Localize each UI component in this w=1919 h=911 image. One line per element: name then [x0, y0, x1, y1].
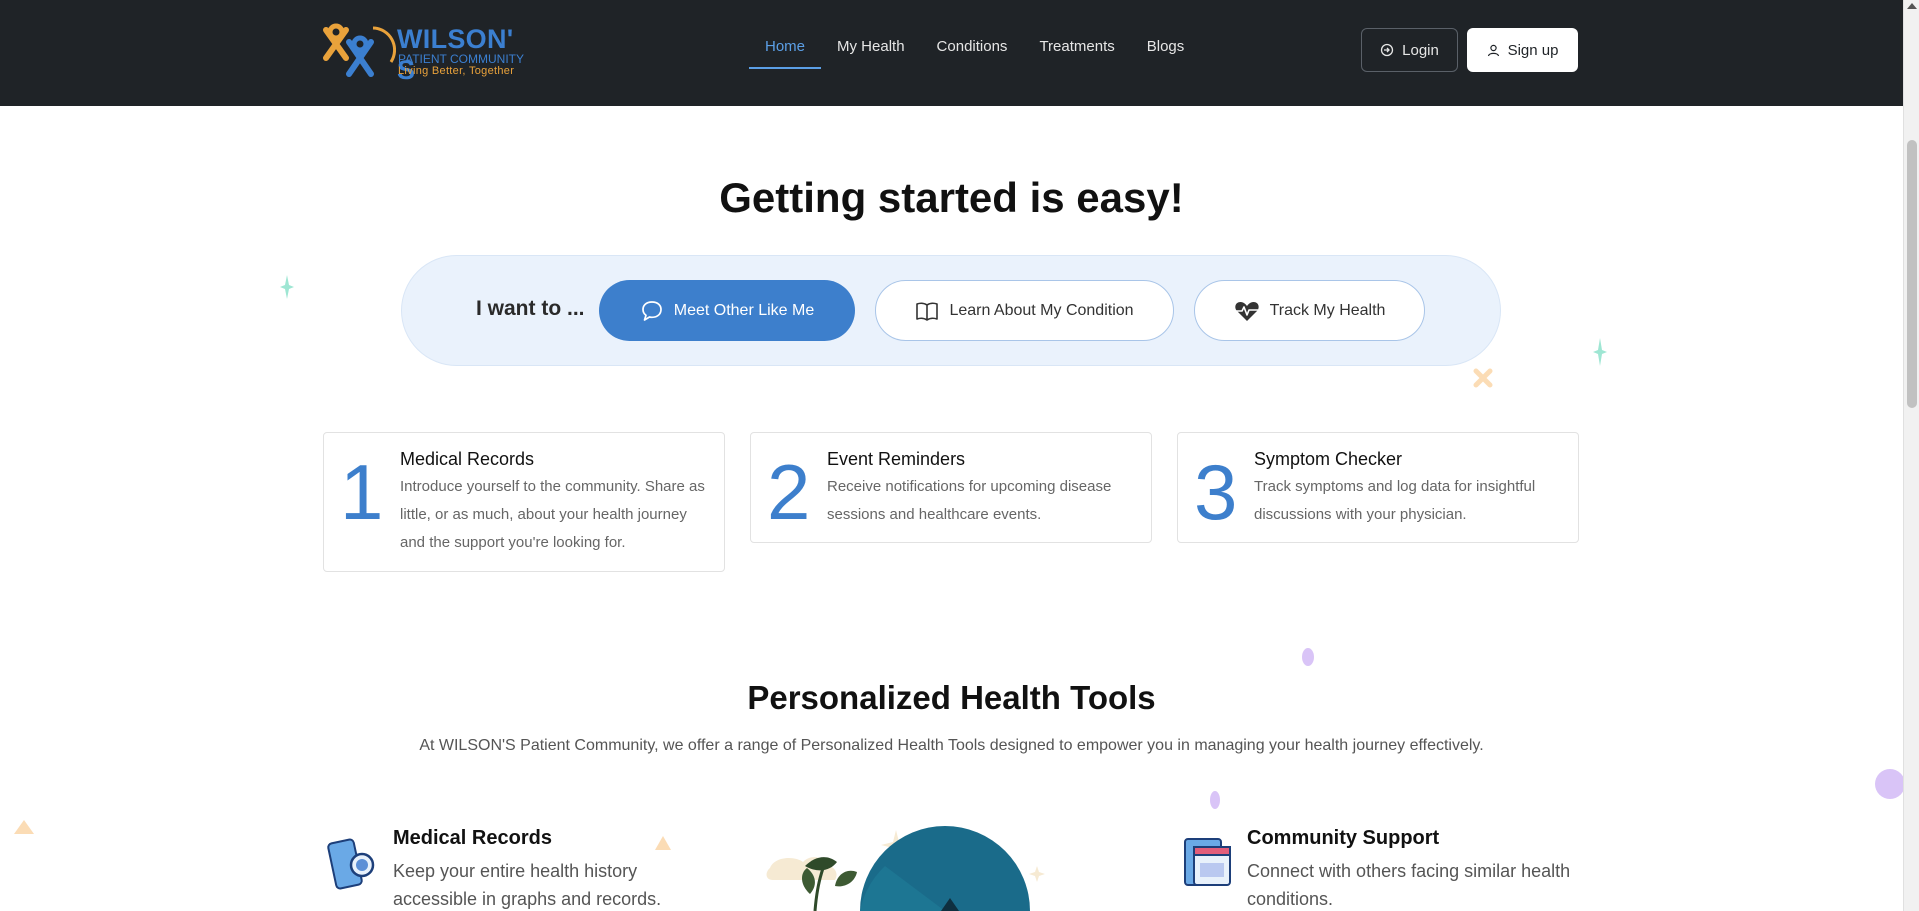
main-nav: Home My Health Conditions Treatments Blo… [749, 38, 1200, 69]
scroll-up-arrow-icon[interactable] [1907, 3, 1917, 9]
hero-title: Getting started is easy! [719, 174, 1184, 221]
step-title: Medical Records [400, 449, 535, 469]
sparkle-decoration-icon [280, 275, 294, 299]
meet-others-label: Meet Other Like Me [673, 301, 815, 319]
nav-home[interactable]: Home [749, 38, 822, 69]
login-icon [1380, 43, 1394, 57]
user-icon [1487, 44, 1499, 56]
learn-condition-label: Learn About My Condition [949, 301, 1134, 319]
step-card: 3 Symptom Checker Track symptoms and log… [1177, 432, 1579, 543]
step-number: 3 [1194, 448, 1238, 536]
site-logo[interactable]: WILSON' S PATIENT COMMUNITY Living Bette… [321, 20, 526, 85]
step-description: Receive notifications for upcoming disea… [827, 478, 1112, 523]
step-description: Track symptoms and log data for insightf… [1254, 478, 1536, 523]
chat-bubbles-icon [641, 300, 662, 321]
page-scrollbar[interactable] [1903, 0, 1919, 911]
tools-section-subtitle: At WILSON'S Patient Community, we offer … [419, 737, 1484, 754]
tool-description: Keep your entire health history accessib… [393, 861, 662, 909]
calendar-card-icon [1184, 838, 1231, 886]
intent-prompt: I want to ... [476, 297, 585, 320]
logo-mark-icon [323, 23, 396, 77]
tool-title: Community Support [1247, 827, 1440, 849]
heart-pulse-icon [1234, 301, 1259, 321]
learn-condition-button[interactable]: Learn About My Condition [875, 280, 1174, 341]
step-card: 1 Medical Records Introduce yourself to … [323, 432, 725, 572]
logo-subtitle: PATIENT COMMUNITY [398, 52, 524, 66]
signup-button[interactable]: Sign up [1467, 28, 1578, 72]
logo-tagline: Living Better, Together [398, 65, 515, 77]
track-health-label: Track My Health [1269, 301, 1386, 319]
triangle-decoration-icon [14, 820, 34, 834]
step-title: Symptom Checker [1254, 449, 1403, 469]
nav-treatments[interactable]: Treatments [1023, 38, 1130, 69]
triangle-decoration-icon [655, 836, 671, 850]
dot-decoration-icon [1302, 648, 1314, 666]
tool-description: Connect with others facing similar healt… [1247, 861, 1571, 909]
scroll-thumb[interactable] [1907, 140, 1917, 408]
tools-section-title: Personalized Health Tools [747, 679, 1156, 716]
tool-title: Medical Records [393, 827, 552, 849]
nav-my-health[interactable]: My Health [821, 38, 921, 69]
nav-conditions[interactable]: Conditions [921, 38, 1024, 69]
top-navbar: WILSON' S PATIENT COMMUNITY Living Bette… [0, 0, 1903, 106]
login-label: Login [1402, 41, 1439, 59]
signup-label: Sign up [1507, 41, 1559, 59]
cross-decoration-icon [1473, 368, 1493, 388]
step-card: 2 Event Reminders Receive notifications … [750, 432, 1152, 543]
step-title: Event Reminders [827, 449, 966, 469]
track-health-button[interactable]: Track My Health [1194, 280, 1425, 341]
step-number: 1 [340, 448, 384, 536]
login-button[interactable]: Login [1361, 28, 1458, 72]
nav-blogs[interactable]: Blogs [1131, 38, 1201, 69]
meet-others-button[interactable]: Meet Other Like Me [599, 280, 855, 341]
health-illustration [766, 826, 1045, 911]
phone-magnifier-icon [327, 838, 375, 890]
sparkle-decoration-icon [1593, 338, 1607, 366]
circle-decoration-icon [1875, 769, 1903, 799]
step-number: 2 [767, 448, 811, 536]
dot-decoration-icon [1210, 791, 1220, 809]
open-book-icon [916, 302, 939, 321]
step-description: Introduce yourself to the community. Sha… [400, 478, 705, 551]
